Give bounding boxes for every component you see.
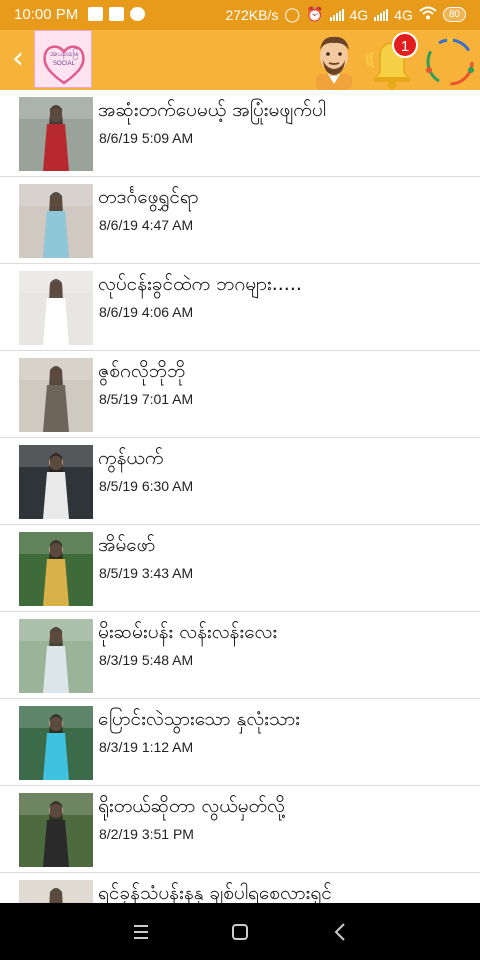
loading-spinner-icon bbox=[420, 30, 480, 90]
post-thumbnail bbox=[19, 793, 93, 867]
post-title: မိုးဆမ်းပန်း လန်းလန်းလေး bbox=[98, 621, 278, 643]
network-type-2: 4G bbox=[394, 6, 413, 23]
post-thumbnail bbox=[19, 619, 93, 693]
home-icon bbox=[232, 924, 248, 940]
post-title: ရိုးတယ်ဆိုတာ လွယ်မှတ်လို့ bbox=[98, 795, 285, 817]
network-speed: 272KB/s bbox=[225, 6, 279, 23]
post-thumbnail bbox=[19, 184, 93, 258]
post-title: လုပ်ငန်းခွင်ထဲက ဘဂများ..... bbox=[98, 273, 302, 295]
signal-icon bbox=[329, 8, 344, 21]
post-item[interactable]: ကွန်ယက် 8/5/19 6:30 AM bbox=[0, 438, 480, 525]
back-arrow-icon bbox=[334, 923, 345, 941]
post-thumbnail bbox=[19, 532, 93, 606]
post-thumbnail bbox=[19, 358, 93, 432]
post-timestamp: 8/3/19 1:12 AM bbox=[99, 739, 194, 755]
post-item[interactable]: လုပ်ငန်းခွင်ထဲက ဘဂများ..... 8/6/19 4:06 A… bbox=[0, 264, 480, 351]
post-thumbnail bbox=[19, 271, 93, 345]
post-timestamp: 8/6/19 5:09 AM bbox=[99, 130, 194, 146]
system-back-button[interactable] bbox=[320, 917, 360, 947]
post-timestamp: 8/6/19 4:47 AM bbox=[99, 217, 194, 233]
notification-button[interactable]: 1 bbox=[362, 30, 422, 90]
post-title: တဒင်္ဂဖွေရွှင်ရာ bbox=[98, 186, 199, 208]
post-timestamp: 8/6/19 4:06 AM bbox=[99, 304, 194, 320]
post-timestamp: 8/5/19 3:43 AM bbox=[99, 565, 194, 581]
post-item[interactable]: မိုးဆမ်းပန်း လန်းလန်းလေး 8/3/19 5:48 AM bbox=[0, 612, 480, 699]
sync-icon: ◯ bbox=[284, 6, 301, 22]
post-item[interactable]: ရိုးတယ်ဆိုတာ လွယ်မှတ်လို့ 8/2/19 3:51 PM bbox=[0, 786, 480, 873]
notification-badge: 1 bbox=[392, 32, 418, 58]
post-item[interactable]: တဒင်္ဂဖွေရွှင်ရာ 8/6/19 4:47 AM bbox=[0, 177, 480, 264]
post-timestamp: 8/5/19 7:01 AM bbox=[99, 391, 194, 407]
network-type-1: 4G bbox=[349, 6, 369, 23]
post-title: အဆုံးတက်ပေမယ့် အပြုံးမဖျက်ပါ bbox=[98, 99, 326, 121]
post-item[interactable]: ရင်ခုန်သံပန်းနနှ ချစ်ပါရစေလားရှင် bbox=[0, 873, 480, 903]
post-title: ကွန်ယက် bbox=[98, 447, 164, 469]
post-thumbnail bbox=[19, 880, 93, 903]
system-nav-bar bbox=[0, 903, 480, 960]
app-notification-icon bbox=[130, 7, 145, 21]
status-time: 10:00 PM bbox=[14, 6, 79, 23]
post-timestamp: 8/5/19 6:30 AM bbox=[99, 478, 194, 494]
alarm-icon: ⏰ bbox=[306, 6, 324, 22]
post-item[interactable]: ပြောင်းလဲသွားသော နှလုံးသား 8/3/19 1:12 AM bbox=[0, 699, 480, 786]
post-item[interactable]: ဇွစ်ဂလိုဘိုဘို 8/5/19 7:01 AM bbox=[0, 351, 480, 438]
post-title: ဇွစ်ဂလိုဘိုဘို bbox=[98, 360, 186, 382]
post-timestamp: 8/2/19 3:51 PM bbox=[99, 826, 194, 842]
status-notification-icons bbox=[88, 7, 145, 21]
message-icon bbox=[88, 7, 103, 21]
post-title: အိမ်ဖော် bbox=[98, 534, 156, 556]
post-list: အဆုံးတက်ပေမယ့် အပြုံးမဖျက်ပါ 8/6/19 5:09 … bbox=[0, 90, 480, 903]
recent-apps-button[interactable] bbox=[121, 917, 161, 947]
wifi-icon bbox=[419, 6, 437, 23]
app-logo: အပန်းဖြေ SOCIAL bbox=[34, 30, 92, 88]
menu-icon bbox=[134, 925, 148, 939]
post-thumbnail bbox=[19, 97, 93, 171]
status-right-icons: 272KB/s ◯ ⏰ 4G 4G 80 bbox=[225, 6, 466, 23]
post-thumbnail bbox=[19, 445, 93, 519]
post-timestamp: 8/3/19 5:48 AM bbox=[99, 652, 194, 668]
status-bar: 10:00 PM 272KB/s ◯ ⏰ 4G 4G 80 bbox=[0, 0, 480, 30]
app-bar: ‹ အပန်းဖြေ SOCIAL 1 bbox=[0, 30, 480, 90]
post-thumbnail bbox=[19, 706, 93, 780]
avatar[interactable] bbox=[304, 30, 364, 90]
battery-icon: 80 bbox=[442, 7, 466, 22]
post-item[interactable]: အဆုံးတက်ပေမယ့် အပြုံးမဖျက်ပါ 8/6/19 5:09 … bbox=[0, 90, 480, 177]
post-item[interactable]: အိမ်ဖော် 8/5/19 3:43 AM bbox=[0, 525, 480, 612]
signal-icon-2 bbox=[374, 8, 389, 21]
home-button[interactable] bbox=[220, 917, 260, 947]
facebook-icon bbox=[109, 7, 124, 21]
post-title: ရင်ခုန်သံပန်းနနှ ချစ်ပါရစေလားရှင် bbox=[98, 882, 332, 903]
post-title: ပြောင်းလဲသွားသော နှလုံးသား bbox=[98, 708, 300, 730]
back-button[interactable]: ‹ bbox=[4, 42, 32, 78]
logo-heart-icon bbox=[43, 45, 85, 85]
